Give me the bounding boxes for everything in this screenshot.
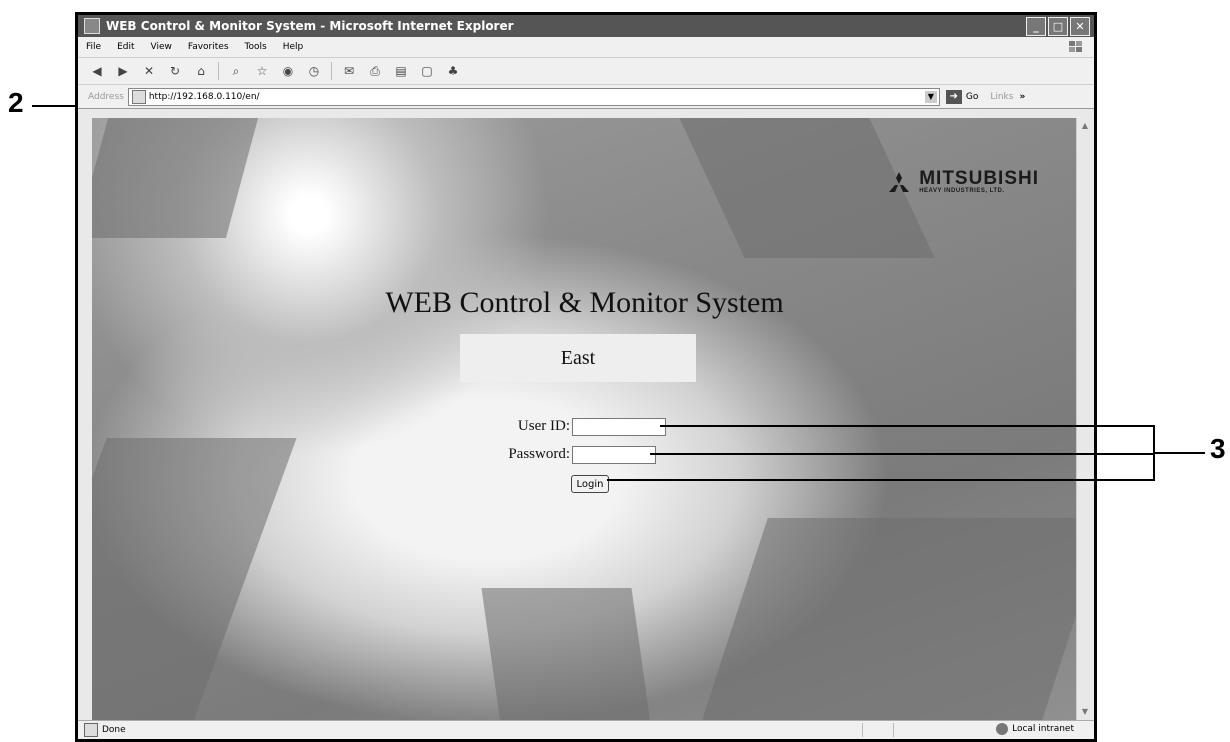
site-name-box: East xyxy=(460,334,696,382)
status-separator xyxy=(862,723,863,737)
toolbar-separator xyxy=(331,62,332,80)
go-arrow-icon: ➜ xyxy=(945,89,962,104)
toolbar-separator xyxy=(218,62,219,80)
menu-bar: File Edit View Favorites Tools Help xyxy=(78,37,1094,58)
media-icon[interactable]: ◉ xyxy=(279,62,297,80)
scroll-up-icon[interactable]: ▲ xyxy=(1079,120,1091,132)
menu-view[interactable]: View xyxy=(143,42,180,52)
minimize-icon[interactable]: _ xyxy=(1026,17,1046,36)
chevron-down-icon[interactable]: ▼ xyxy=(924,90,937,103)
zone-label: Local intranet xyxy=(1012,724,1074,734)
menu-help[interactable]: Help xyxy=(275,42,312,52)
password-label: Password: xyxy=(508,446,570,462)
callout-2: 2 xyxy=(8,87,24,118)
standard-toolbar: ◀ ▶ ✕ ↻ ⌂ ⌕ ☆ ◉ ◷ ✉ ⎙ ▤ ▢ ♣ xyxy=(78,58,1094,85)
callout-3-connector xyxy=(1155,452,1205,454)
forward-icon[interactable]: ▶ xyxy=(114,62,132,80)
callout-3-leader-login xyxy=(607,479,1155,481)
background-building xyxy=(696,518,1077,720)
search-icon[interactable]: ⌕ xyxy=(227,62,245,80)
address-label: Address xyxy=(88,91,124,102)
background-building xyxy=(481,588,653,720)
status-text: Done xyxy=(102,725,126,735)
refresh-icon[interactable]: ↻ xyxy=(166,62,184,80)
mail-icon[interactable]: ✉ xyxy=(340,62,358,80)
user-id-input[interactable] xyxy=(572,418,666,436)
title-bar: WEB Control & Monitor System - Microsoft… xyxy=(78,15,1094,37)
address-bar: Address http://192.168.0.110/en/ ▼ ➜ Go … xyxy=(78,85,1094,109)
site-name: East xyxy=(560,346,596,369)
maximize-icon[interactable]: □ xyxy=(1048,17,1068,36)
security-zone: Local intranet xyxy=(996,723,1074,735)
page-icon xyxy=(131,89,146,104)
menu-file[interactable]: File xyxy=(78,42,109,52)
close-icon[interactable]: ✕ xyxy=(1070,17,1090,36)
vertical-scrollbar[interactable]: ▲ ▼ xyxy=(1076,118,1093,720)
print-icon[interactable]: ⎙ xyxy=(366,62,384,80)
status-bar: Done Local intranet xyxy=(78,720,1094,739)
discuss-icon[interactable]: ▢ xyxy=(418,62,436,80)
background-building xyxy=(92,118,259,238)
back-icon[interactable]: ◀ xyxy=(88,62,106,80)
page-done-icon xyxy=(84,723,98,737)
history-icon[interactable]: ◷ xyxy=(305,62,323,80)
callout-3: 3 xyxy=(1210,433,1226,464)
background-building xyxy=(92,438,297,720)
user-id-label: User ID: xyxy=(517,418,570,434)
go-label: Go xyxy=(965,91,979,102)
mitsubishi-diamonds-icon xyxy=(889,172,910,192)
go-button[interactable]: ➜ Go xyxy=(945,89,979,104)
windows-flag-icon xyxy=(1069,41,1082,52)
ie-icon xyxy=(84,18,100,34)
favorites-icon[interactable]: ☆ xyxy=(253,62,271,80)
window-controls: _ □ ✕ xyxy=(1026,17,1090,36)
mitsubishi-logo: MITSUBISHI HEAVY INDUSTRIES, LTD. xyxy=(885,168,1039,194)
window-title: WEB Control & Monitor System - Microsoft… xyxy=(106,19,514,33)
scroll-down-icon[interactable]: ▼ xyxy=(1079,706,1091,718)
password-input[interactable] xyxy=(572,446,656,464)
login-button[interactable]: Login xyxy=(571,475,609,493)
intranet-icon xyxy=(996,723,1009,735)
messenger-icon[interactable]: ♣ xyxy=(444,62,462,80)
home-icon[interactable]: ⌂ xyxy=(192,62,210,80)
page-content: MITSUBISHI HEAVY INDUSTRIES, LTD. WEB Co… xyxy=(92,118,1077,720)
address-field[interactable]: http://192.168.0.110/en/ ▼ xyxy=(127,87,940,106)
links-label[interactable]: Links xyxy=(990,92,1013,102)
links-chevron-icon[interactable]: » xyxy=(1019,92,1025,102)
menu-favorites[interactable]: Favorites xyxy=(180,42,237,52)
stop-icon[interactable]: ✕ xyxy=(140,62,158,80)
browser-window: WEB Control & Monitor System - Microsoft… xyxy=(75,12,1097,742)
logo-name: MITSUBISHI xyxy=(919,168,1039,189)
status-separator xyxy=(893,723,894,737)
page-title: WEB Control & Monitor System xyxy=(385,286,784,319)
callout-3-leader-password xyxy=(650,453,1155,455)
menu-tools[interactable]: Tools xyxy=(237,42,275,52)
edit-icon[interactable]: ▤ xyxy=(392,62,410,80)
status-panels xyxy=(862,723,894,737)
menu-edit[interactable]: Edit xyxy=(109,42,142,52)
callout-3-leader-userid xyxy=(660,425,1155,427)
address-url[interactable]: http://192.168.0.110/en/ xyxy=(149,92,260,102)
